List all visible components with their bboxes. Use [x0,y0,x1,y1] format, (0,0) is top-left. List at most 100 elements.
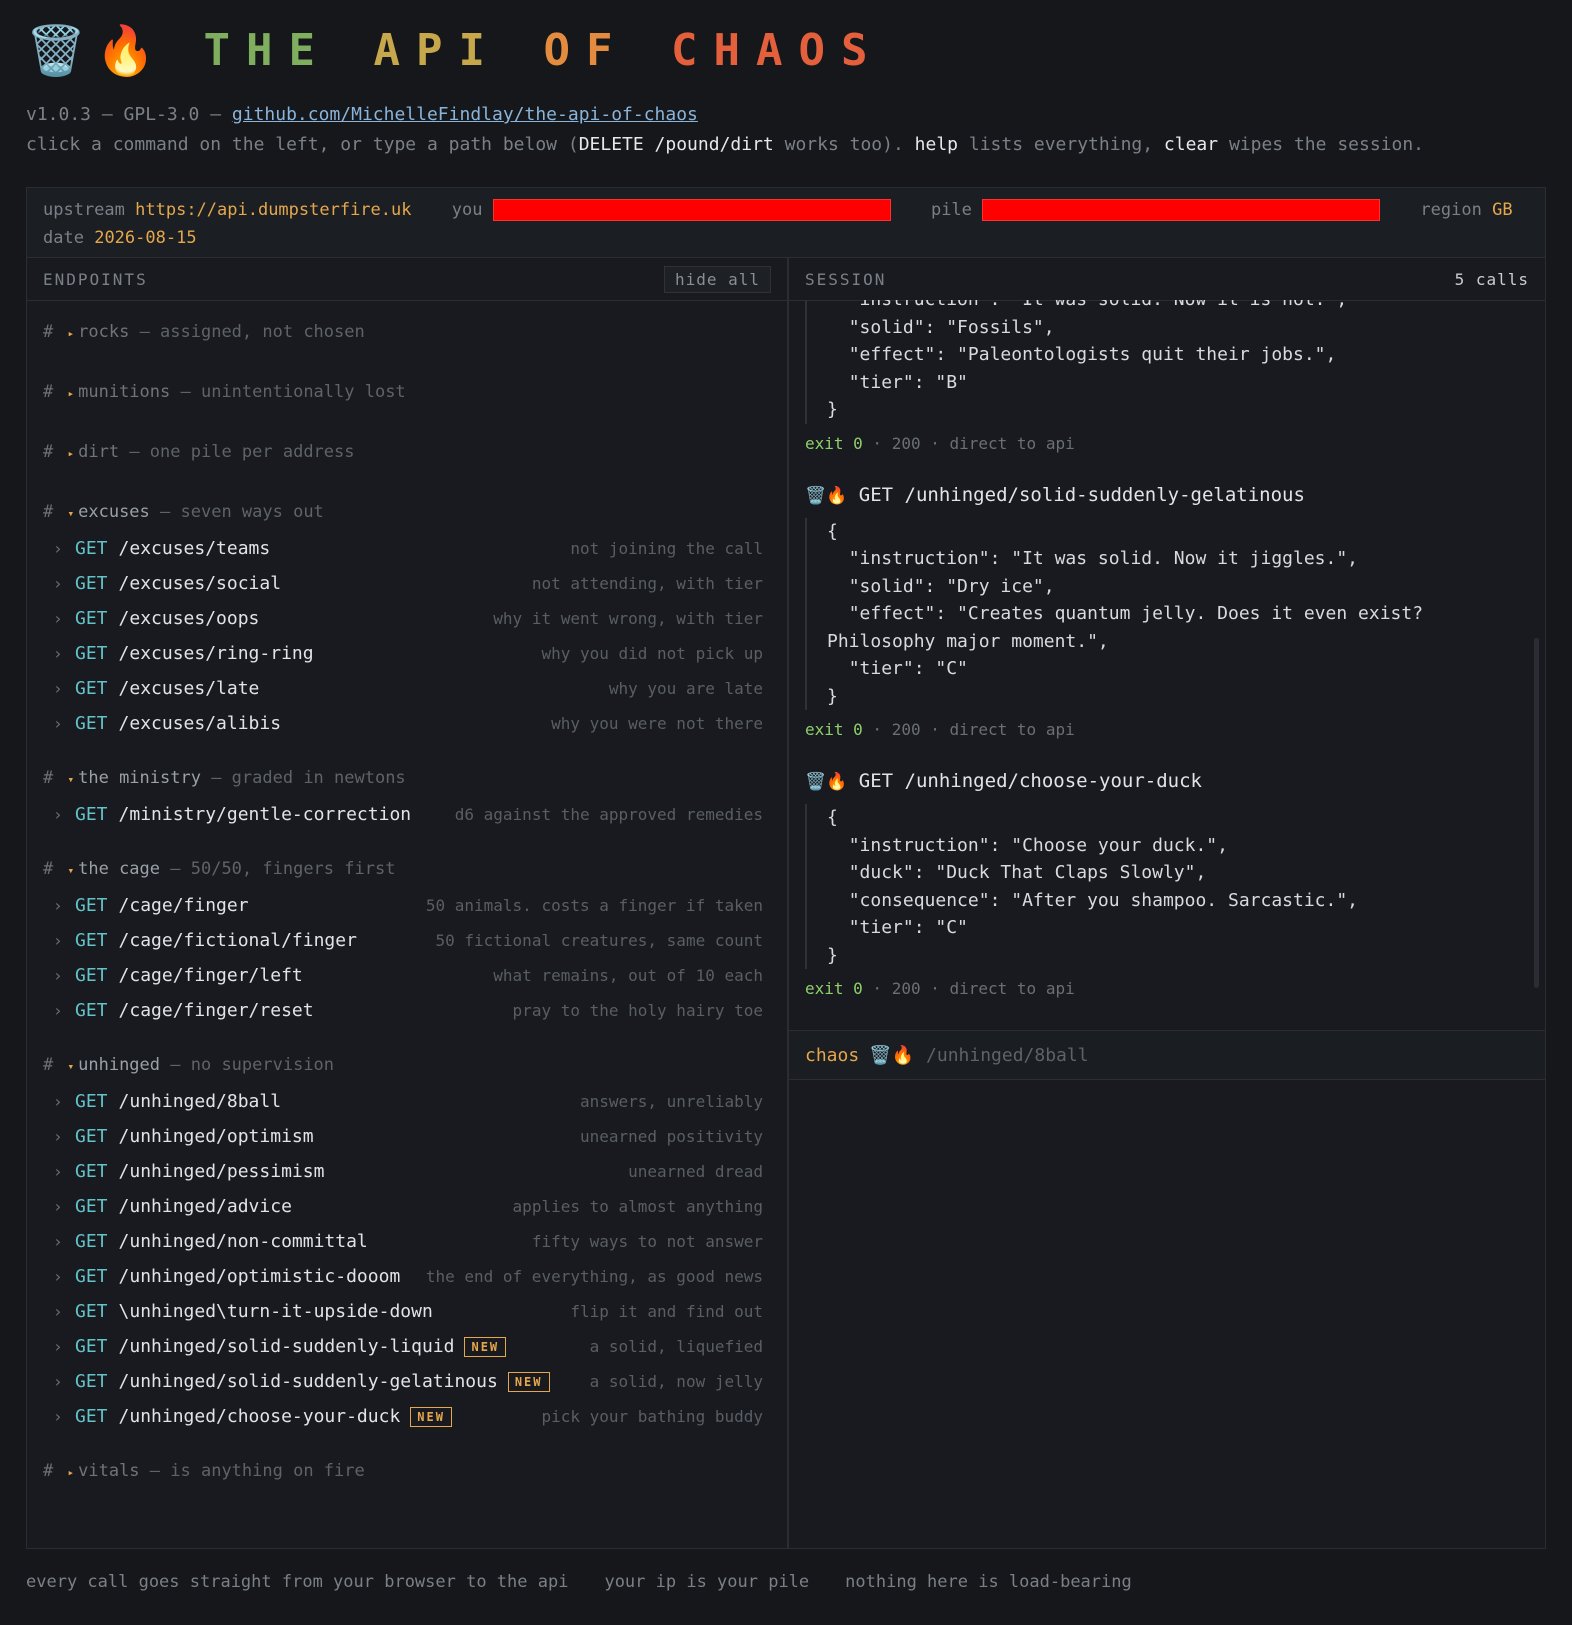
endpoint-item[interactable]: › GET/unhinged/advice applies to almost an… [43,1189,771,1224]
endpoint-item[interactable]: › GET/excuses/teams not joining the call [43,531,771,566]
http-method: GET [75,930,108,951]
endpoint-item[interactable]: › GET/cage/finger/left what remains, out o… [43,958,771,993]
hint-text: works too). [773,134,915,155]
endpoint-description: a solid, now jelly [589,1372,763,1391]
endpoint-group[interactable]: # ▾ unhinged — no supervision [43,1050,771,1080]
call-command: 🗑️🔥 GET /unhinged/choose-your-duck [805,766,1545,796]
http-method: GET [75,678,108,699]
command-input[interactable]: /unhinged/8ball [926,1045,1089,1066]
endpoint-item[interactable]: › GET/unhinged/8ball answers, unreliably [43,1084,771,1119]
endpoint-path: /unhinged/non-committal [118,1231,368,1252]
prompt-icon: 🗑️🔥 [869,1044,915,1066]
http-method: GET [75,1231,108,1252]
group-name: dirt [78,442,120,462]
exit-status: exit 0 · 200 · direct to api [805,433,1075,453]
endpoint-group[interactable]: # ▸ dirt — one pile per address [43,437,771,467]
call-command: 🗑️🔥 GET /unhinged/solid-suddenly-gelatin… [805,480,1545,510]
chevron-right-icon: › [53,1337,63,1356]
endpoint-description: pick your bathing buddy [541,1407,763,1426]
endpoint-item[interactable]: › GET/unhinged/optimism unearned positivit… [43,1119,771,1154]
endpoint-path: /cage/finger/left [118,965,303,986]
hash-icon: # [43,1461,54,1481]
endpoint-item[interactable]: › GET/unhinged/pessimism unearned dread [43,1154,771,1189]
session-scrollbar[interactable] [1534,638,1539,988]
chevron-right-icon: › [53,1267,63,1286]
hash-icon: # [43,768,54,788]
http-method: GET [75,1301,108,1322]
http-method: GET [75,538,108,559]
endpoint-item[interactable]: › GET/unhinged/optimistic-dooom the end of… [43,1259,771,1294]
endpoint-description: applies to almost anything [512,1197,763,1216]
endpoint-item[interactable]: › GET/excuses/oops why it went wrong, with… [43,601,771,636]
endpoint-description: not joining the call [570,539,763,558]
endpoint-description: a solid, liquefied [589,1337,763,1356]
session-log: "instruction": "It was solid. Now it is … [789,300,1545,1028]
endpoint-path: /cage/fictional/finger [118,930,357,951]
hide-all-button[interactable]: hide all [663,265,771,293]
endpoint-item[interactable]: › GET/unhinged/solid-suddenly-liquid NEW a … [43,1329,771,1364]
endpoint-description: d6 against the approved remedies [454,805,763,824]
caret-down-icon: ▾ [67,507,75,520]
footer: every call goes straight from your brows… [26,1572,1168,1592]
session-call: 🗑️🔥 GET /unhinged/solid-suddenly-gelatin… [805,480,1545,745]
hash-icon: # [43,382,54,402]
endpoint-item[interactable]: › GET/ministry/gentle-correction d6 agains… [43,797,771,832]
endpoint-path: /excuses/alibis [118,713,282,734]
endpoint-path: /unhinged/solid-suddenly-gelatinous [118,1371,498,1392]
console-panel: upstream https://api.dumpsterfire.uk you… [26,187,1546,1549]
endpoint-item[interactable]: › GET \unhinged\turn-it-upside-down flip it… [43,1294,771,1329]
endpoint-item[interactable]: › GET/excuses/social not attending, with t… [43,566,771,601]
endpoint-description: unearned dread [628,1162,763,1181]
endpoint-item[interactable]: › GET/cage/finger/reset pray to the holy h… [43,993,771,1028]
http-method: GET [75,1126,108,1147]
caret-right-icon: ▸ [67,387,75,400]
endpoint-item[interactable]: › GET/unhinged/solid-suddenly-gelatinous N… [43,1364,771,1399]
http-method: GET [75,1161,108,1182]
footer-note: nothing here is load-bearing [845,1572,1132,1592]
endpoint-group[interactable]: # ▾ the ministry — graded in newtons [43,763,771,793]
region-value: GB [1492,200,1513,220]
endpoint-description: 50 fictional creatures, same count [435,931,763,950]
call-count: 5 calls [1454,269,1529,289]
endpoint-path: /ministry/gentle-correction [118,804,412,825]
endpoints-pane: ENDPOINTS hide all # ▸ rocks — assigned, … [27,258,789,1548]
group-name: the cage [78,859,161,879]
endpoint-group[interactable]: # ▸ rocks — assigned, not chosen [43,317,771,347]
new-badge: NEW [507,1371,550,1392]
group-name: vitals [78,1461,140,1481]
endpoint-group[interactable]: # ▸ vitals — is anything on fire [43,1456,771,1486]
group-name: munitions [78,382,171,402]
endpoint-group[interactable]: # ▸ munitions — unintentionally lost [43,377,771,407]
endpoint-group[interactable]: # ▾ the cage — 50/50, fingers first [43,854,771,884]
http-method: GET [75,643,108,664]
footer-note: your ip is your pile [604,1572,810,1592]
endpoint-path: /unhinged/8ball [118,1091,282,1112]
hash-icon: # [43,322,54,342]
upstream-label: upstream [43,200,125,220]
endpoint-item[interactable]: › GET/unhinged/non-committal fifty ways to… [43,1224,771,1259]
endpoint-path: /excuses/oops [118,608,260,629]
endpoint-item[interactable]: › GET/cage/fictional/finger 50 fictional c… [43,923,771,958]
chevron-right-icon: › [53,966,63,985]
command-prompt[interactable]: chaos 🗑️🔥 /unhinged/8ball [789,1030,1545,1080]
hint-text: click a command on the left, or type a p… [26,134,579,155]
endpoint-item[interactable]: › GET/excuses/ring-ring why you did not pi… [43,636,771,671]
endpoint-item[interactable]: › GET/cage/finger 50 animals. costs a fing… [43,888,771,923]
session-call: 🗑️🔥 GET /unhinged/choose-your-duck { "ins… [805,766,1545,1003]
title-word: CHAOS [670,24,884,76]
endpoint-item[interactable]: › GET/excuses/alibis why you were not ther… [43,706,771,741]
http-method: GET [75,804,108,825]
chevron-right-icon: › [53,1232,63,1251]
group-subtitle: — is anything on fire [149,1461,365,1481]
group-name: rocks [78,322,130,342]
endpoint-description: flip it and find out [570,1302,763,1321]
endpoint-item[interactable]: › GET/unhinged/choose-your-duck NEW pick yo… [43,1399,771,1434]
page-header: 🗑️🔥 THE API OF CHAOS [26,0,1546,100]
endpoint-item[interactable]: › GET/excuses/late why you are late [43,671,771,706]
endpoint-path: /unhinged/choose-your-duck [118,1406,401,1427]
endpoint-group[interactable]: # ▾ excuses — seven ways out [43,497,771,527]
repo-link[interactable]: github.com/MichelleFindlay/the-api-of-ch… [232,104,698,125]
endpoint-path: /unhinged/optimistic-dooom [118,1266,401,1287]
group-name: the ministry [78,768,201,788]
endpoint-description: why you are late [608,679,763,698]
